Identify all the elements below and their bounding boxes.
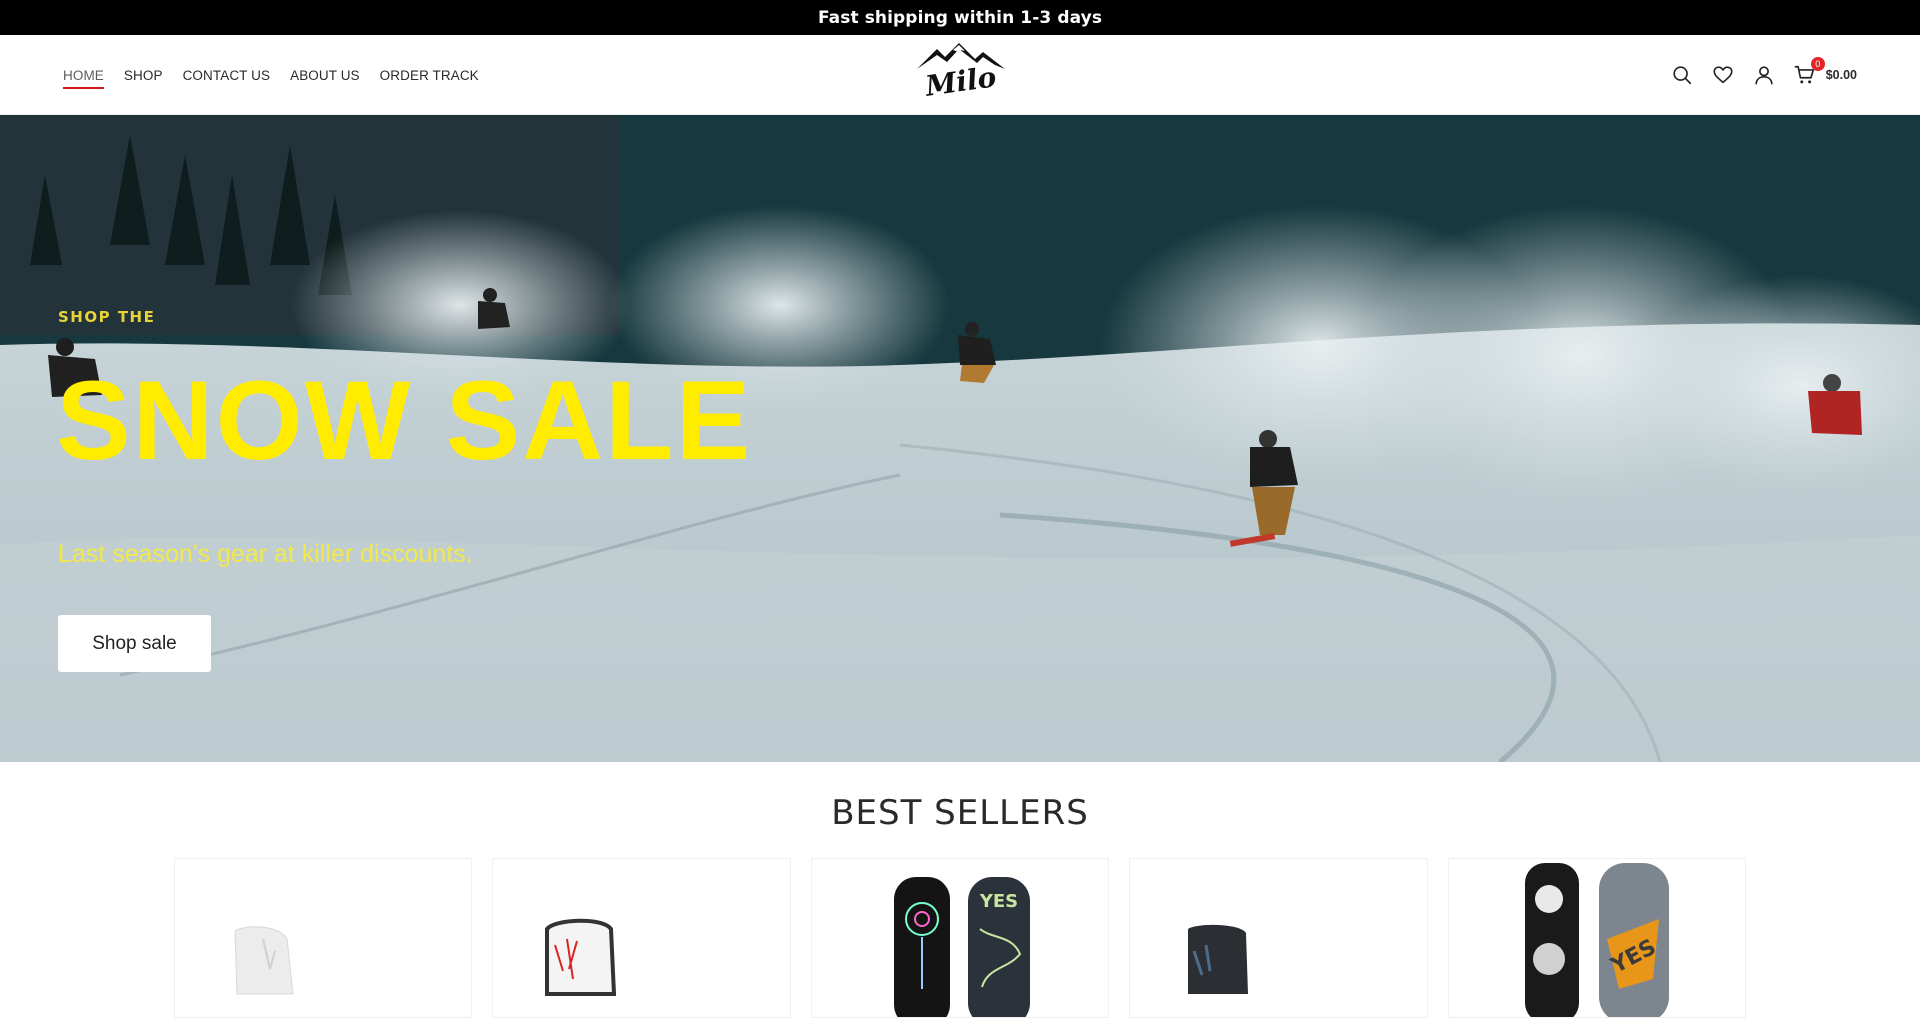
shop-sale-button[interactable]: Shop sale <box>58 615 211 672</box>
announcement-bar: Fast shipping within 1-3 days <box>0 0 1920 35</box>
cart-total: $0.00 <box>1825 68 1857 82</box>
product-image: YES <box>893 877 1030 1017</box>
site-header: HOME SHOP CONTACT US ABOUT US ORDER TRAC… <box>0 35 1920 115</box>
best-sellers-title: BEST SELLERS <box>831 793 1089 833</box>
wishlist-button[interactable] <box>1711 63 1735 87</box>
announcement-text: Fast shipping within 1-3 days <box>817 7 1103 28</box>
hero-eyebrow: SHOP THE <box>58 308 156 326</box>
hero-banner: SHOP THE SNOW SALE Last season's gear at… <box>0 115 1920 762</box>
search-icon <box>1673 66 1691 85</box>
product-image: YES <box>1524 863 1669 1017</box>
best-sellers-grid: YES YES <box>174 858 1747 1018</box>
nav-shop[interactable]: SHOP <box>124 62 163 89</box>
main-nav: HOME SHOP CONTACT US ABOUT US ORDER TRAC… <box>63 35 479 115</box>
product-card-yes-snowboard-orange[interactable]: YES <box>1447 858 1747 1018</box>
search-button[interactable] <box>1670 63 1694 87</box>
cart-count-badge: 0 <box>1810 57 1825 71</box>
product-image <box>234 926 294 995</box>
product-card-white-red-binding[interactable] <box>492 858 791 1018</box>
svg-text:YES: YES <box>979 891 1018 912</box>
account-button[interactable] <box>1752 63 1776 87</box>
user-icon <box>1755 66 1773 85</box>
hero-subtitle: Last season's gear at killer discounts. <box>58 540 473 568</box>
product-image <box>545 918 617 996</box>
nav-contact-us[interactable]: CONTACT US <box>183 62 271 89</box>
nav-order-track[interactable]: ORDER TRACK <box>380 62 479 89</box>
header-tools: 0 $0.00 <box>1670 35 1857 115</box>
product-image <box>1188 924 1249 994</box>
cart-icon-wrap: 0 <box>1793 57 1825 87</box>
heart-icon <box>1713 66 1733 84</box>
mountain-logo-icon: Milo <box>917 43 1005 103</box>
nav-about-us[interactable]: ABOUT US <box>290 62 360 89</box>
nav-home[interactable]: HOME <box>63 62 104 89</box>
product-card-white-binding[interactable] <box>174 858 473 1018</box>
cart-button[interactable]: 0 $0.00 <box>1793 57 1857 87</box>
hero-title: SNOW SALE <box>56 358 753 483</box>
svg-text:Milo: Milo <box>922 60 998 103</box>
product-card-black-binding[interactable] <box>1129 858 1428 1018</box>
site-logo[interactable]: Milo <box>915 43 1007 107</box>
product-card-yes-snowboard-dark[interactable]: YES <box>810 858 1110 1018</box>
